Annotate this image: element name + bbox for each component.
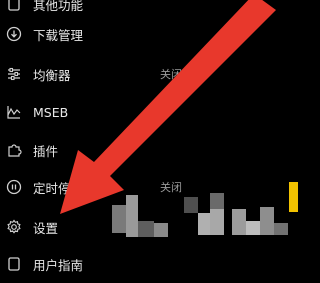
timer-icon [5,178,23,196]
menu-item-label: 下载管理 [33,27,84,43]
menu-item-plugins[interactable]: 插件 [0,131,298,169]
yellow-accent-tab [289,182,298,212]
puzzle-icon [5,141,23,159]
menu-item-label: 其他功能 [33,0,84,13]
menu-item-download-manager[interactable]: 下载管理 [0,15,298,53]
settings-icon [5,218,23,236]
menu-item-label: 用户指南 [33,257,84,273]
menu-item-label: 插件 [33,143,59,159]
menu-item-mseb[interactable]: MSEB [0,93,298,131]
download-icon [5,25,23,43]
guide-icon [5,255,23,273]
menu-item-equalizer[interactable]: 均衡器 关闭 [0,55,298,93]
menu-item-label: 均衡器 [33,67,71,83]
equalizer-icon [5,65,23,83]
menu-item-label: 设置 [33,220,59,236]
menu-item-label: MSEB [33,104,69,120]
waveform-icon [5,103,23,121]
menu-item-label: 定时停 [33,180,71,196]
menu-item-value: 关闭 [160,68,182,81]
document-icon [5,0,23,13]
pixelated-area [112,183,290,253]
